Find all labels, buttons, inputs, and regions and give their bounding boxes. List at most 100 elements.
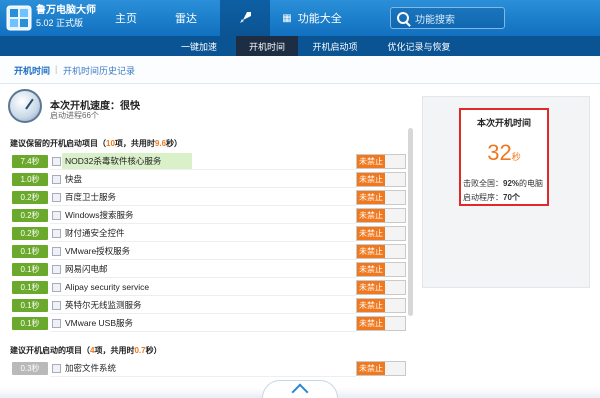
item-name: 英特尔无线监测服务 xyxy=(65,300,142,310)
toggle-disable-button[interactable]: 未禁止 xyxy=(356,190,406,205)
nav-speedup[interactable] xyxy=(220,0,270,36)
item-icon xyxy=(52,211,61,220)
list-item: 0.3秒 加密文件系统 未禁止 xyxy=(10,360,408,377)
boot-time-value: 32秒 xyxy=(461,140,547,166)
duration-badge: 0.1秒 xyxy=(12,299,48,312)
section-suggest-title: 建议开机启动的项目（4项，共用时0.7秒） xyxy=(10,345,162,356)
item-name: 快盘 xyxy=(65,174,83,184)
section-suggest-suffix: 秒） xyxy=(145,346,162,355)
item-icon xyxy=(52,247,61,256)
toggle-disable-button[interactable]: 未禁止 xyxy=(356,280,406,295)
boot-time-title: 本次开机时间 xyxy=(476,118,531,128)
boot-seconds: 32 xyxy=(487,140,512,165)
list-item: 7.4秒 NOD32杀毒软件核心服务 未禁止 xyxy=(10,153,408,170)
row-divider xyxy=(50,187,356,188)
duration-badge: 0.1秒 xyxy=(12,317,48,330)
tab-boot-time[interactable]: 开机时间 xyxy=(14,64,50,77)
item-icon xyxy=(52,364,61,373)
search-icon xyxy=(397,12,409,24)
subtab-history-restore[interactable]: 优化记录与恢复 xyxy=(370,36,468,56)
row-divider xyxy=(50,241,356,242)
nav-home[interactable]: 主页 xyxy=(104,0,148,36)
section-suggest-time: 0.7 xyxy=(134,346,146,355)
toggle-disable-button[interactable]: 未禁止 xyxy=(356,316,406,331)
tab-boot-history[interactable]: 开机时间历史记录 xyxy=(63,64,135,77)
row-divider xyxy=(50,223,356,224)
beat-value: 92% xyxy=(503,179,520,188)
duration-badge: 7.4秒 xyxy=(12,155,48,168)
speedometer-icon xyxy=(8,89,42,123)
section-keep-prefix: 建议保留的开机启动项目（ xyxy=(10,139,106,148)
row-divider xyxy=(50,169,356,170)
subtab-startup-items-label: 开机启动项 xyxy=(312,41,358,52)
tab-separator: | xyxy=(55,64,58,74)
list-scrollbar[interactable] xyxy=(408,128,413,316)
search-input[interactable]: 功能搜索 xyxy=(390,7,505,29)
toggle-disable-button[interactable]: 未禁止 xyxy=(356,154,406,169)
duration-badge: 0.1秒 xyxy=(12,263,48,276)
duration-badge: 0.1秒 xyxy=(12,245,48,258)
duration-badge: 0.3秒 xyxy=(12,362,48,375)
toggle-disable-button[interactable]: 未禁止 xyxy=(356,298,406,313)
duration-badge: 0.2秒 xyxy=(12,191,48,204)
nav-features-label: 功能大全 xyxy=(297,13,342,25)
toggle-disable-button[interactable]: 未禁止 xyxy=(356,226,406,241)
section-keep-count: 10 xyxy=(106,139,115,148)
toggle-state-label: 未禁止 xyxy=(357,362,385,375)
toggle-disable-button[interactable]: 未禁止 xyxy=(356,172,406,187)
toggle-state-label: 未禁止 xyxy=(357,209,385,222)
toggle-disable-button[interactable]: 未禁止 xyxy=(356,244,406,259)
app-name: 鲁万电脑大师 xyxy=(36,5,96,16)
item-icon xyxy=(52,265,61,274)
app-logo-icon xyxy=(6,5,32,31)
item-name: VMware USB服务 xyxy=(65,318,134,328)
toggle-state-label: 未禁止 xyxy=(357,263,385,276)
row-divider xyxy=(50,205,356,206)
list-item: 0.2秒 百度卫士服务 未禁止 xyxy=(10,189,408,206)
procs-value: 70个 xyxy=(503,193,520,202)
toggle-disable-button[interactable]: 未禁止 xyxy=(356,208,406,223)
toggle-disable-button[interactable]: 未禁止 xyxy=(356,361,406,376)
item-icon xyxy=(52,319,61,328)
item-name: VMware授权服务 xyxy=(65,246,131,256)
item-name: NOD32杀毒软件核心服务 xyxy=(62,153,192,170)
expand-up-icon[interactable] xyxy=(262,380,338,398)
item-name: 财付通安全控件 xyxy=(65,228,125,238)
row-divider xyxy=(50,313,356,314)
subtab-one-click-label: 一键加速 xyxy=(180,41,217,52)
procs-label: 启动程序： xyxy=(463,193,503,202)
section-suggest-prefix: 建议开机启动的项目（ xyxy=(10,346,90,355)
item-icon xyxy=(52,157,61,166)
list-item: 1.0秒 快盘 未禁止 xyxy=(10,171,408,188)
row-divider xyxy=(50,376,356,377)
row-divider xyxy=(50,295,356,296)
rocket-icon xyxy=(240,12,251,23)
item-icon xyxy=(52,229,61,238)
toggle-state-label: 未禁止 xyxy=(357,299,385,312)
item-name: 网易闪电邮 xyxy=(65,264,108,274)
boot-unit: 秒 xyxy=(511,152,521,162)
toggle-disable-button[interactable]: 未禁止 xyxy=(356,262,406,277)
list-item: 0.1秒 VMware USB服务 未禁止 xyxy=(10,315,408,332)
app-version: 5.02 正式版 xyxy=(36,18,84,28)
section-keep-mid: 项，共用时 xyxy=(114,139,155,148)
nav-home-label: 主页 xyxy=(115,13,137,25)
subtab-startup-items[interactable]: 开机启动项 xyxy=(304,36,366,56)
nav-features[interactable]: ▦ 功能大全 xyxy=(272,0,352,36)
subtab-bar xyxy=(0,36,600,56)
item-icon xyxy=(52,283,61,292)
duration-badge: 1.0秒 xyxy=(12,173,48,186)
subtab-one-click[interactable]: 一键加速 xyxy=(170,36,228,56)
toggle-state-label: 未禁止 xyxy=(357,155,385,168)
section-keep-title: 建议保留的开机启动项目（10项，共用时9.6秒） xyxy=(10,138,182,149)
row-divider xyxy=(50,331,356,332)
nav-radar[interactable]: 雷达 xyxy=(164,0,208,36)
toggle-state-label: 未禁止 xyxy=(357,317,385,330)
subtab-boot-time-label: 开机时间 xyxy=(248,41,285,52)
item-name: 百度卫士服务 xyxy=(65,192,117,202)
subtab-boot-time[interactable]: 开机时间 xyxy=(236,36,298,56)
beat-suffix: 的电脑 xyxy=(519,179,544,188)
speed-subtitle: 启动进程66个 xyxy=(50,111,99,120)
list-item: 0.1秒 VMware授权服务 未禁止 xyxy=(10,243,408,260)
item-icon xyxy=(52,301,61,310)
